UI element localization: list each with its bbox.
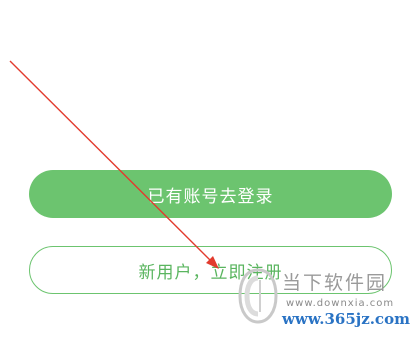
watermark: 当下软件园 www.downxia.com www.365jz.com <box>236 262 410 334</box>
login-choice-screen: 已有账号去登录 新用户，立即注册 当下软件园 www.downxia.com w… <box>0 0 413 337</box>
watermark-title: 当下软件园 <box>282 272 388 294</box>
login-button-label: 已有账号去登录 <box>147 186 274 207</box>
watermark-url: www.downxia.com <box>286 298 395 309</box>
watermark-domain: www.365jz.com <box>282 310 410 328</box>
watermark-logo-icon <box>238 268 278 324</box>
existing-account-login-button[interactable]: 已有账号去登录 <box>29 170 392 218</box>
